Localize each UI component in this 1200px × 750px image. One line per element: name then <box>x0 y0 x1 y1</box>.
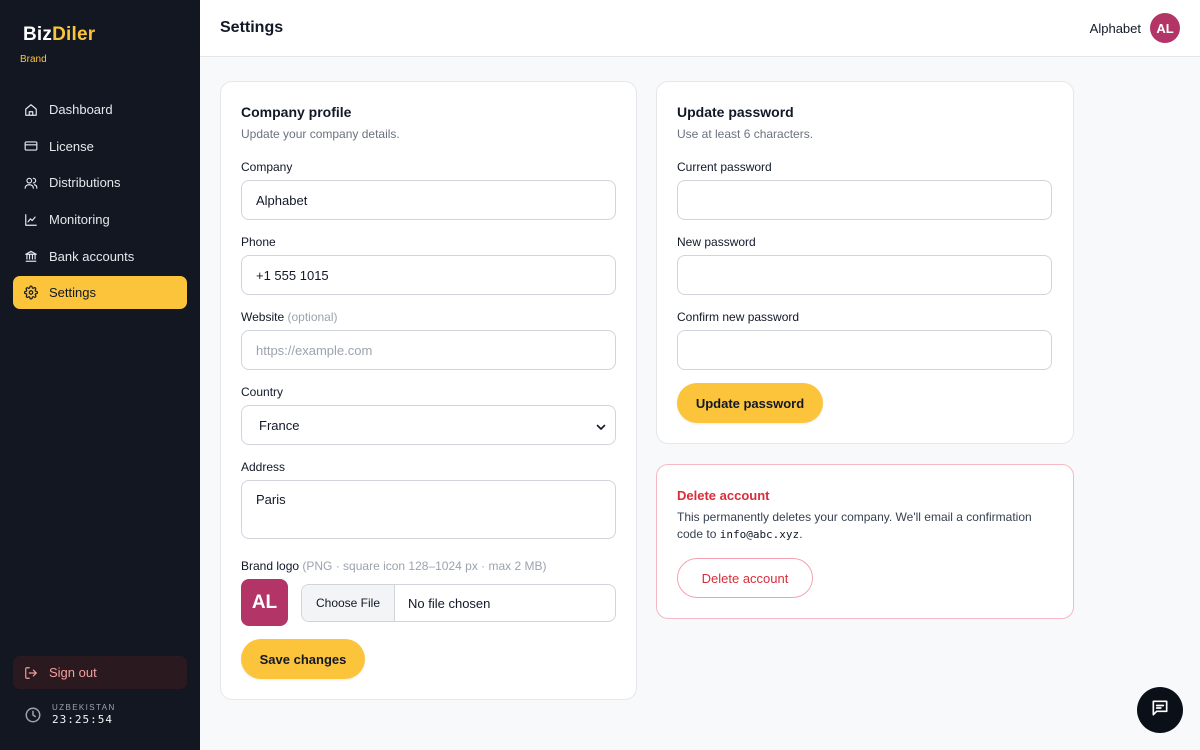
brand-name-part1: Biz <box>23 24 53 45</box>
users-icon <box>24 176 38 190</box>
sidebar-item-label: Bank accounts <box>49 248 135 264</box>
update-password-title: Update password <box>677 104 794 120</box>
brand-subtitle: Brand <box>20 54 47 65</box>
website-label-text: Website <box>241 310 285 324</box>
bank-icon <box>24 249 38 263</box>
sidebar-item-dashboard[interactable]: Dashboard <box>13 93 187 126</box>
delete-account-text-end: . <box>799 527 803 541</box>
clock-widget: UZBEKISTAN 23:25:54 <box>24 703 116 726</box>
sidebar-item-label: Distributions <box>49 175 121 191</box>
brand-logo-file-input[interactable]: Choose File No file chosen <box>301 584 616 622</box>
delete-account-title: Delete account <box>677 488 770 503</box>
sidebar-item-label: Settings <box>49 285 96 301</box>
company-label: Company <box>241 160 293 174</box>
clock-timezone: UZBEKISTAN <box>52 703 116 712</box>
choose-file-button[interactable]: Choose File <box>302 585 395 621</box>
home-icon <box>24 103 38 117</box>
brand-logo-label: Brand logo (PNG · square icon 128–1024 p… <box>241 559 547 573</box>
sidebar-item-license[interactable]: License <box>13 130 187 163</box>
brand-name-part2: Diler <box>52 24 96 45</box>
country-label: Country <box>241 385 284 399</box>
sidebar-item-label: License <box>49 138 94 154</box>
new-password-input[interactable] <box>677 255 1052 295</box>
gear-icon <box>24 285 38 300</box>
top-header: Settings Alphabet AL <box>200 0 1200 57</box>
save-changes-button[interactable]: Save changes <box>241 639 365 679</box>
confirm-password-input[interactable] <box>677 330 1052 370</box>
avatar[interactable]: AL <box>1150 13 1180 43</box>
chat-button[interactable] <box>1137 687 1183 733</box>
address-label: Address <box>241 460 286 474</box>
delete-account-button[interactable]: Delete account <box>677 558 813 598</box>
file-status-text: No file chosen <box>408 595 491 611</box>
sidebar-item-label: Monitoring <box>49 212 110 228</box>
company-profile-subtitle: Update your company details. <box>241 127 400 141</box>
chevron-down-icon <box>596 420 606 430</box>
sidebar: BizDiler Brand Dashboard License Distrib… <box>0 0 200 750</box>
sidebar-nav: Dashboard License Distributions Monitori… <box>13 93 187 313</box>
sidebar-item-label: Dashboard <box>49 102 113 117</box>
country-select[interactable]: France <box>241 405 616 445</box>
website-label: Website (optional) <box>241 310 338 324</box>
logout-icon <box>24 666 38 680</box>
website-input[interactable] <box>241 330 616 370</box>
delete-account-email: info@abc.xyz <box>719 528 800 541</box>
sign-out-button[interactable]: Sign out <box>13 656 187 689</box>
phone-input[interactable] <box>241 255 616 295</box>
delete-account-description: This permanently deletes your company. W… <box>677 509 1047 543</box>
user-name[interactable]: Alphabet <box>1090 21 1141 36</box>
brand-logo-preview: AL <box>241 579 288 626</box>
company-profile-title: Company profile <box>241 104 352 120</box>
delete-account-card: Delete account This permanently deletes … <box>656 464 1074 619</box>
update-password-card: Update password Use at least 6 character… <box>656 81 1074 444</box>
company-profile-card: Company profile Update your company deta… <box>220 81 637 700</box>
clock-time: 23:25:54 <box>52 713 113 726</box>
sign-out-label: Sign out <box>49 665 97 680</box>
address-field-wrapper: Paris <box>221 480 638 539</box>
sidebar-item-distributions[interactable]: Distributions <box>13 166 187 199</box>
country-selected-value: France <box>259 417 300 433</box>
update-password-button[interactable]: Update password <box>677 383 823 423</box>
brand-logo[interactable]: BizDiler <box>23 24 95 46</box>
sidebar-item-monitoring[interactable]: Monitoring <box>13 203 187 236</box>
brand-logo-hint: (PNG · square icon 128–1024 px · max 2 M… <box>302 559 547 573</box>
sidebar-item-bank-accounts[interactable]: Bank accounts <box>13 240 187 273</box>
chart-icon <box>24 213 38 227</box>
page-title: Settings <box>220 19 284 36</box>
phone-label: Phone <box>241 235 276 249</box>
current-password-input[interactable] <box>677 180 1052 220</box>
company-input[interactable] <box>241 180 616 220</box>
update-password-subtitle: Use at least 6 characters. <box>677 127 814 141</box>
clock-icon <box>24 706 42 724</box>
current-password-label: Current password <box>677 160 772 174</box>
address-textarea[interactable]: Paris <box>241 480 616 539</box>
confirm-password-label: Confirm new password <box>677 310 800 324</box>
sidebar-item-settings[interactable]: Settings <box>13 276 187 310</box>
new-password-label: New password <box>677 235 756 249</box>
card-icon <box>24 139 38 153</box>
website-optional-hint: (optional) <box>287 310 338 324</box>
chat-icon <box>1150 698 1170 723</box>
brand-logo-label-text: Brand logo <box>241 559 300 573</box>
